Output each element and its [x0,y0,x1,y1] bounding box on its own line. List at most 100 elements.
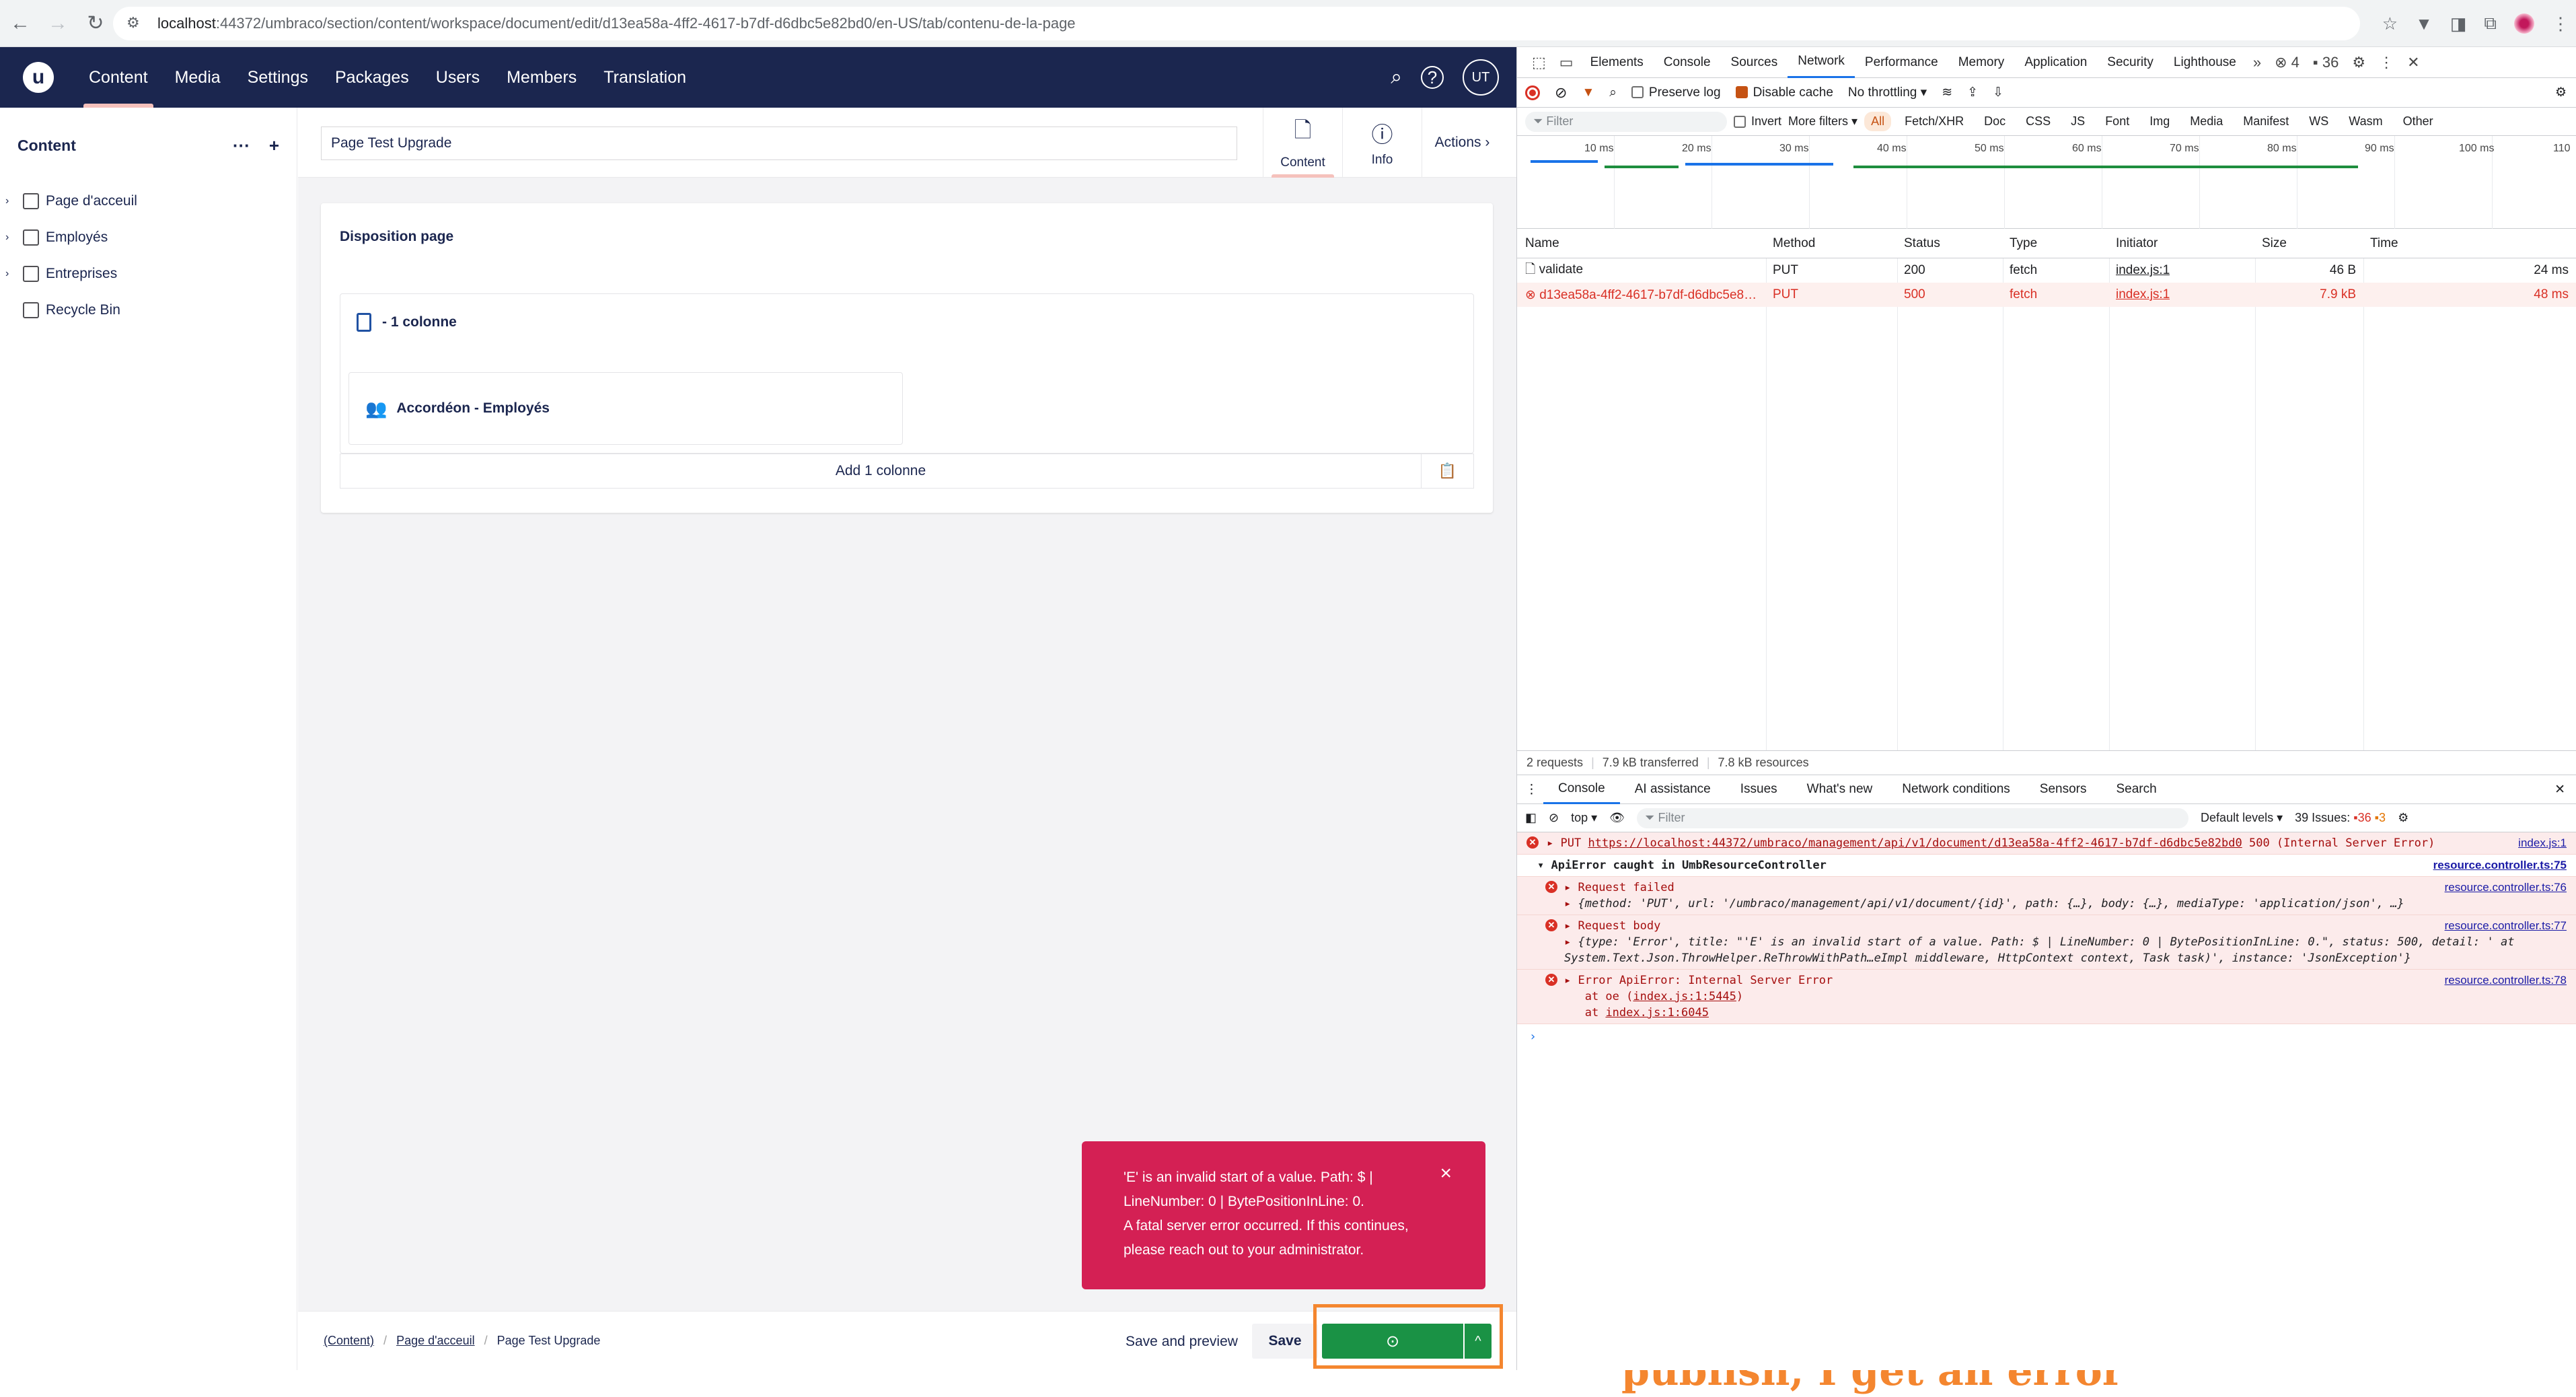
error-count-badge[interactable]: ⊗ 4 [2268,54,2306,71]
close-drawer-icon[interactable]: ✕ [2554,782,2565,797]
console-settings-icon[interactable]: ⚙ [2398,811,2408,825]
column-header-size[interactable]: Size [2262,236,2287,251]
network-filter-input[interactable]: ⏷ Filter [1525,111,1727,132]
section-tab-settings[interactable]: Settings [234,47,322,108]
close-icon[interactable]: × [1440,1161,1452,1186]
type-filter-css[interactable]: CSS [2019,112,2057,131]
site-info-icon[interactable]: ⚙ [126,14,145,33]
drawer-tab-issues[interactable]: Issues [1726,775,1792,804]
tree-item-entreprises[interactable]: › Entreprises [0,256,297,292]
settings-gear-icon[interactable]: ⚙ [2345,54,2372,71]
type-filter-ws[interactable]: WS [2302,112,2335,131]
reload-icon[interactable]: ↻ [78,6,113,41]
filter-funnel-icon[interactable]: ▼ [1582,85,1594,100]
invert-checkbox[interactable]: Invert [1734,114,1781,129]
devtools-tab-lighthouse[interactable]: Lighthouse [2164,47,2246,78]
network-timeline[interactable]: 10 ms 20 ms 30 ms 40 ms 50 ms 60 ms 70 m… [1517,136,2576,229]
section-tab-media[interactable]: Media [161,47,234,108]
devtools-tab-performance[interactable]: Performance [1855,47,1948,78]
section-tab-content[interactable]: Content [75,47,161,108]
breadcrumb-item[interactable]: (Content) [324,1334,374,1348]
export-har-icon[interactable]: ⇩ [1993,85,2003,100]
close-devtools-icon[interactable]: ✕ [2400,54,2426,71]
type-filter-font[interactable]: Font [2098,112,2136,131]
column-header-name[interactable]: Name [1525,236,1559,251]
devtools-tab-memory[interactable]: Memory [1948,47,2015,78]
source-link[interactable]: resource.controller.ts:77 [2445,918,2567,934]
throttling-select[interactable]: No throttling ▾ [1848,85,1927,100]
table-row-error[interactable]: ⊗ d13ea58a-4ff2-4617-b7df-d6dbc5e82bd0 P… [1517,283,2576,307]
sidebar-toggle-icon[interactable]: ◧ [1525,811,1537,825]
save-button[interactable]: Save [1252,1324,1318,1359]
console-error-message[interactable]: ✕ ▸ Error ApiError: Internal Server Erro… [1517,970,2576,1024]
context-select[interactable]: top ▾ [1571,811,1597,825]
document-name-input[interactable]: Page Test Upgrade [321,127,1237,160]
umbraco-logo[interactable]: u [23,62,54,93]
type-filter-fetch-xhr[interactable]: Fetch/XHR [1898,112,1971,131]
clear-icon[interactable]: ⊘ [1555,84,1567,102]
inspect-icon[interactable]: ⬚ [1525,54,1553,71]
column-header-initiator[interactable]: Initiator [2116,236,2158,251]
console-prompt[interactable]: › [1517,1024,2576,1049]
disable-cache-checkbox[interactable]: Disable cache [1735,85,1833,100]
clear-console-icon[interactable]: ⊘ [1549,811,1559,825]
more-filters-dropdown[interactable]: More filters ▾ [1788,114,1857,129]
console-error-message[interactable]: ✕ ▸ Request failed ▸ {method: 'PUT', url… [1517,877,2576,915]
browser-menu-icon[interactable]: ⋮ [2552,13,2569,34]
column-header-time[interactable]: Time [2370,236,2398,251]
forward-icon[interactable]: → [40,6,75,41]
profile-avatar[interactable] [2514,13,2534,34]
devtools-tab-elements[interactable]: Elements [1580,47,1654,78]
tab-info[interactable]: ⓘ Info [1342,108,1422,178]
breadcrumb-item[interactable]: Page d'acceuil [396,1334,475,1348]
expand-caret-icon[interactable]: › [5,231,19,244]
record-icon[interactable] [1525,85,1540,100]
tab-content[interactable]: 🗋 Content [1263,108,1342,178]
network-conditions-icon[interactable]: ≋ [1942,85,1952,100]
add-block-button[interactable]: Add 1 colonne [340,454,1421,488]
drawer-tab-sensors[interactable]: Sensors [2025,775,2102,804]
warning-count-badge[interactable]: ▪ 36 [2306,54,2345,71]
column-header-type[interactable]: Type [2010,236,2037,251]
tree-item-employes[interactable]: › Employés [0,219,297,256]
accordion-block[interactable]: 👥 Accordéon - Employés [348,372,903,445]
paste-clipboard-icon[interactable]: 📋 [1421,454,1473,488]
drawer-tab-network-conditions[interactable]: Network conditions [1887,775,2025,804]
section-tab-packages[interactable]: Packages [322,47,422,108]
type-filter-js[interactable]: JS [2064,112,2092,131]
live-expression-eye-icon[interactable]: 👁 [1609,811,1625,825]
bookmark-star-icon[interactable]: ☆ [2382,13,2398,34]
devtools-tab-security[interactable]: Security [2097,47,2164,78]
tree-item-page-accueil[interactable]: › Page d'acceuil [0,183,297,219]
source-link[interactable]: resource.controller.ts:75 [2433,857,2567,873]
save-and-preview-button[interactable]: Save and preview [1113,1326,1250,1357]
section-tab-translation[interactable]: Translation [590,47,700,108]
drawer-tab-console[interactable]: Console [1543,775,1620,804]
type-filter-doc[interactable]: Doc [1977,112,2012,131]
table-row[interactable]: 🗋 validate PUT 200 fetch index.js:1 46 B… [1517,258,2576,283]
devtools-menu-icon[interactable]: ⋮ [2372,54,2400,71]
source-link[interactable]: resource.controller.ts:76 [2445,880,2567,896]
extensions-puzzle-icon[interactable]: ⧉ [2484,13,2497,34]
log-levels-select[interactable]: Default levels ▾ [2201,811,2283,825]
source-link[interactable]: index.js:1 [2518,835,2567,851]
type-filter-other[interactable]: Other [2396,112,2440,131]
back-icon[interactable]: ← [3,6,38,41]
expand-caret-icon[interactable]: › [5,268,19,280]
import-har-icon[interactable]: ⇪ [1967,85,1978,100]
user-avatar[interactable]: UT [1463,59,1499,96]
expand-caret-icon[interactable]: › [5,195,19,207]
drawer-menu-icon[interactable]: ⋮ [1525,782,1543,797]
console-error-message[interactable]: ✕ ▸ Request body ▸ {type: 'Error', title… [1517,915,2576,970]
type-filter-img[interactable]: Img [2143,112,2176,131]
devtools-tab-network[interactable]: Network [1788,47,1855,78]
type-filter-all[interactable]: All [1864,112,1892,131]
address-bar[interactable]: ⚙ localhost:44372/umbraco/section/conten… [113,7,2360,40]
devtools-tab-sources[interactable]: Sources [1721,47,1788,78]
extension-shield-icon[interactable]: ◨ [2450,13,2467,34]
help-icon[interactable]: ? [1421,66,1444,89]
drawer-tab-search[interactable]: Search [2101,775,2171,804]
preserve-log-checkbox[interactable]: Preserve log [1631,85,1721,100]
tree-item-recycle-bin[interactable]: Recycle Bin [0,292,297,328]
type-filter-media[interactable]: Media [2183,112,2230,131]
